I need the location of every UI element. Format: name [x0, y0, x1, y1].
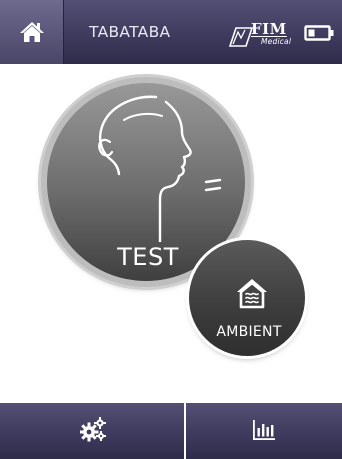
app-screen: TABATABA FIM Medical TEST AMBIENT [0, 0, 342, 459]
gears-icon [80, 417, 106, 442]
battery-icon [304, 25, 334, 41]
settings-button[interactable] [0, 403, 184, 459]
face-breath-icon [98, 95, 222, 242]
logo-subtext: Medical [261, 37, 292, 46]
ambient-label: AMBIENT [216, 324, 282, 340]
brand-logo: FIM Medical [228, 20, 292, 48]
logo-name: FIM [251, 20, 287, 38]
top-bar: TABATABA FIM Medical [0, 0, 342, 64]
house-air-icon [237, 279, 267, 309]
statistics-button[interactable] [186, 403, 342, 459]
home-icon [20, 22, 44, 42]
test-label: TEST [117, 243, 179, 271]
app-title: TABATABA [89, 23, 171, 41]
home-button[interactable] [0, 0, 64, 64]
bar-chart-icon [253, 420, 275, 440]
bottom-bar [0, 403, 342, 459]
